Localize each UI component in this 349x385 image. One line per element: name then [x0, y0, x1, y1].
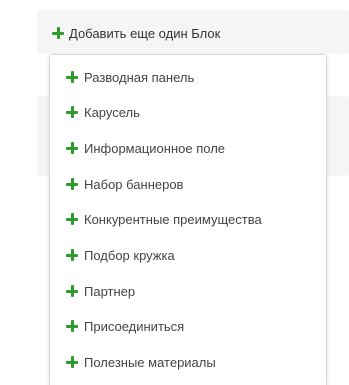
plus-icon — [66, 178, 78, 190]
plus-icon — [52, 27, 64, 39]
plus-icon — [66, 356, 78, 368]
menu-item-informatsionnoe-pole[interactable]: Информационное поле — [66, 138, 225, 158]
menu-item-partner[interactable]: Партнер — [66, 281, 135, 301]
menu-item-label: Конкурентные преимущества — [84, 211, 262, 227]
plus-icon — [66, 213, 78, 225]
block-type-dropdown: Разводная панель Карусель Информационное… — [49, 54, 327, 385]
menu-item-label: Карусель — [84, 104, 140, 120]
menu-item-konkurentnye-preimushchestva[interactable]: Конкурентные преимущества — [66, 209, 262, 229]
menu-item-label: Набор баннеров — [84, 176, 184, 192]
menu-item-prisoedinitsya[interactable]: Присоединиться — [66, 316, 184, 336]
menu-item-label: Разводная панель — [84, 69, 195, 85]
menu-item-poleznye-materialy[interactable]: Полезные материалы — [66, 352, 216, 372]
menu-item-label: Полезные материалы — [84, 354, 216, 370]
plus-icon — [66, 320, 78, 332]
plus-icon — [66, 71, 78, 83]
menu-item-podbor-kruzhka[interactable]: Подбор кружка — [66, 245, 175, 265]
menu-item-label: Информационное поле — [84, 140, 226, 156]
menu-item-label: Присоединиться — [84, 318, 185, 334]
plus-icon — [66, 285, 78, 297]
add-block-button[interactable]: Добавить еще один Блок — [52, 23, 220, 43]
menu-item-label: Партнер — [84, 283, 136, 299]
menu-item-karusel[interactable]: Карусель — [66, 102, 140, 122]
menu-item-razvodnaya-panel[interactable]: Разводная панель — [66, 67, 194, 87]
page: Добавить еще один Блок Разводная панель … — [0, 0, 349, 385]
plus-icon — [66, 106, 78, 118]
plus-icon — [66, 142, 78, 154]
menu-item-label: Подбор кружка — [84, 247, 175, 263]
plus-icon — [66, 249, 78, 261]
add-block-label: Добавить еще один Блок — [69, 25, 221, 41]
menu-item-nabor-bannerov[interactable]: Набор баннеров — [66, 174, 183, 194]
